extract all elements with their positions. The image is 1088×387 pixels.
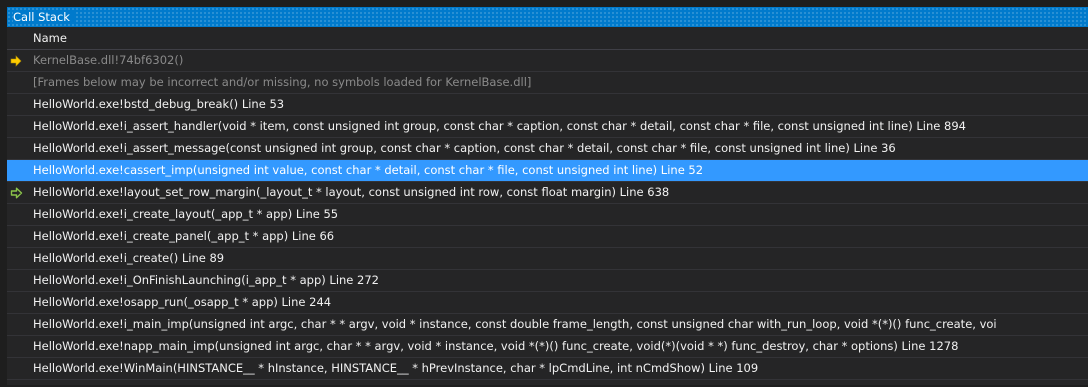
call-stack-frame-row[interactable]: HelloWorld.exe!cassert_imp(unsigned int … bbox=[7, 160, 1088, 182]
frame-gutter bbox=[7, 248, 25, 269]
return-location-arrow-icon bbox=[10, 187, 23, 199]
frame-text: HelloWorld.exe!i_assert_message(const un… bbox=[33, 141, 896, 155]
call-stack-frame-row[interactable]: [Frames below may be incorrect and/or mi… bbox=[7, 72, 1088, 94]
call-stack-frame-row[interactable]: HelloWorld.exe!bstd_debug_break() Line 5… bbox=[7, 94, 1088, 116]
frame-gutter bbox=[7, 138, 25, 159]
frame-gutter bbox=[7, 226, 25, 247]
frame-gutter bbox=[7, 116, 25, 137]
frame-gutter bbox=[7, 204, 25, 225]
current-frame-arrow-icon bbox=[10, 54, 22, 67]
call-stack-frame-row[interactable]: HelloWorld.exe!i_OnFinishLaunching(i_app… bbox=[7, 270, 1088, 292]
call-stack-frame-row[interactable]: [External Code] bbox=[7, 380, 1088, 385]
frame-gutter bbox=[7, 72, 25, 93]
call-stack-frame-row[interactable]: HelloWorld.exe!i_create() Line 89 bbox=[7, 248, 1088, 270]
frame-gutter bbox=[7, 50, 25, 71]
frame-gutter bbox=[7, 314, 25, 335]
frame-text: [Frames below may be incorrect and/or mi… bbox=[33, 75, 532, 89]
frame-text: HelloWorld.exe!i_create_panel(_app_t * a… bbox=[33, 229, 335, 243]
call-stack-panel: Call Stack Name KernelBase.dll!74bf6302(… bbox=[7, 7, 1088, 385]
frame-gutter bbox=[7, 358, 25, 379]
column-header-name: Name bbox=[33, 31, 67, 45]
frame-gutter bbox=[7, 336, 25, 357]
frame-text: HelloWorld.exe!bstd_debug_break() Line 5… bbox=[33, 97, 285, 111]
frame-text: HelloWorld.exe!i_create_layout(_app_t * … bbox=[33, 207, 339, 221]
panel-title: Call Stack bbox=[13, 10, 76, 24]
frame-text: [External Code] bbox=[33, 380, 123, 385]
call-stack-frame-row[interactable]: HelloWorld.exe!i_create_panel(_app_t * a… bbox=[7, 226, 1088, 248]
call-stack-frame-row[interactable]: HelloWorld.exe!layout_set_row_margin(_la… bbox=[7, 182, 1088, 204]
frame-text: HelloWorld.exe!WinMain(HINSTANCE__ * hIn… bbox=[33, 361, 759, 375]
frame-text: HelloWorld.exe!i_main_imp(unsigned int a… bbox=[33, 317, 997, 331]
frame-text: HelloWorld.exe!napp_main_imp(unsigned in… bbox=[33, 339, 959, 353]
panel-title-bar[interactable]: Call Stack bbox=[7, 7, 1088, 27]
call-stack-frame-row[interactable]: HelloWorld.exe!i_create_layout(_app_t * … bbox=[7, 204, 1088, 226]
frame-gutter bbox=[7, 270, 25, 291]
frame-text: HelloWorld.exe!i_assert_handler(void * i… bbox=[33, 119, 966, 133]
frame-text: KernelBase.dll!74bf6302() bbox=[33, 53, 184, 67]
frame-gutter bbox=[7, 380, 25, 385]
call-stack-frame-row[interactable]: HelloWorld.exe!i_assert_handler(void * i… bbox=[7, 116, 1088, 138]
call-stack-frame-row[interactable]: HelloWorld.exe!napp_main_imp(unsigned in… bbox=[7, 336, 1088, 358]
call-stack-frame-row[interactable]: HelloWorld.exe!i_main_imp(unsigned int a… bbox=[7, 314, 1088, 336]
frame-text: HelloWorld.exe!i_OnFinishLaunching(i_app… bbox=[33, 273, 379, 287]
call-stack-frame-row[interactable]: HelloWorld.exe!i_assert_message(const un… bbox=[7, 138, 1088, 160]
column-header[interactable]: Name bbox=[7, 27, 1088, 50]
frame-gutter bbox=[7, 160, 25, 181]
frame-text: HelloWorld.exe!i_create() Line 89 bbox=[33, 251, 225, 265]
frame-gutter bbox=[7, 94, 25, 115]
call-stack-list: KernelBase.dll!74bf6302() [Frames below m… bbox=[7, 50, 1088, 385]
call-stack-frame-row[interactable]: HelloWorld.exe!osapp_run(_osapp_t * app)… bbox=[7, 292, 1088, 314]
call-stack-frame-row[interactable]: KernelBase.dll!74bf6302() bbox=[7, 50, 1088, 72]
frame-text: HelloWorld.exe!osapp_run(_osapp_t * app)… bbox=[33, 295, 332, 309]
frame-gutter bbox=[7, 182, 25, 203]
frame-text: HelloWorld.exe!cassert_imp(unsigned int … bbox=[33, 163, 704, 177]
frame-text: HelloWorld.exe!layout_set_row_margin(_la… bbox=[33, 185, 670, 199]
frame-gutter bbox=[7, 292, 25, 313]
call-stack-frame-row[interactable]: HelloWorld.exe!WinMain(HINSTANCE__ * hIn… bbox=[7, 358, 1088, 380]
